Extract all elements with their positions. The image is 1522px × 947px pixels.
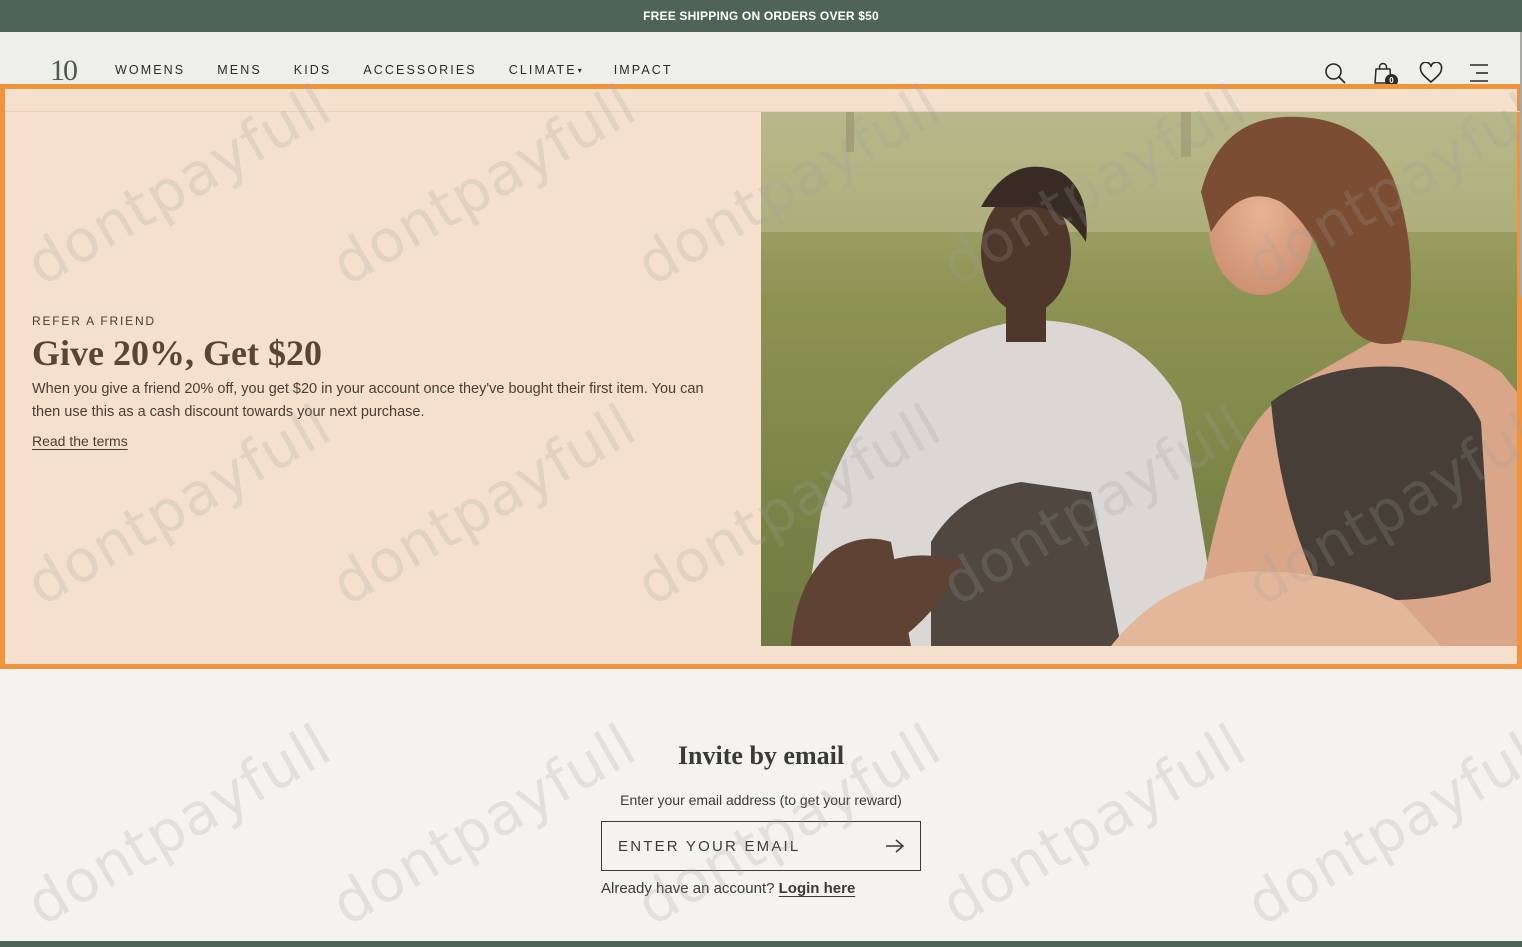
hero-eyebrow: REFER A FRIEND xyxy=(32,314,156,328)
nav-item-climate[interactable]: CLIMATE ▾ xyxy=(509,63,582,77)
hamburger-menu-icon[interactable] xyxy=(1466,60,1492,86)
main-nav: WOMENS MENS KIDS ACCESSORIES CLIMATE ▾ IM… xyxy=(115,63,705,77)
promo-banner: FREE SHIPPING ON ORDERS OVER $50 xyxy=(0,0,1522,32)
read-terms-link[interactable]: Read the terms xyxy=(32,433,128,449)
promo-text: FREE SHIPPING ON ORDERS OVER $50 xyxy=(643,9,879,23)
refer-a-friend-hero: REFER A FRIEND Give 20%, Get $20 When yo… xyxy=(0,84,1522,669)
nav-item-mens[interactable]: MENS xyxy=(217,63,262,77)
invite-by-email-section: Invite by email Enter your email address… xyxy=(0,669,1522,941)
email-form xyxy=(601,821,921,871)
shopping-bag-icon[interactable]: 0 xyxy=(1370,60,1398,87)
nav-label: KIDS xyxy=(293,63,332,77)
nav-label: WOMENS xyxy=(115,63,186,77)
hero-description: When you give a friend 20% off, you get … xyxy=(32,381,704,420)
nav-label: MENS xyxy=(217,63,262,77)
footer-edge xyxy=(0,941,1522,947)
search-icon[interactable] xyxy=(1322,60,1348,86)
hero-title: Give 20%, Get $20 xyxy=(32,333,322,373)
email-input[interactable] xyxy=(602,822,870,870)
nav-item-impact[interactable]: IMPACT xyxy=(614,63,673,77)
header-actions: 0 xyxy=(1322,60,1492,87)
invite-title: Invite by email xyxy=(677,741,845,770)
login-link[interactable]: Login here xyxy=(779,880,856,897)
invite-subtitle: Enter your email address (to get your re… xyxy=(620,792,902,808)
nav-label: ACCESSORIES xyxy=(363,63,477,77)
nav-item-kids[interactable]: KIDS xyxy=(294,63,332,77)
login-prompt-text: Already have an account? xyxy=(601,880,775,897)
arrow-right-icon[interactable] xyxy=(870,822,920,870)
chevron-down-icon: ▾ xyxy=(577,65,582,75)
brand-logo[interactable]: 10 xyxy=(50,56,86,86)
nav-label: CLIMATE xyxy=(508,63,577,77)
hero-top-strip xyxy=(5,89,1522,112)
nav-item-womens[interactable]: WOMENS xyxy=(115,63,185,77)
hero-copy: REFER A FRIEND Give 20%, Get $20 When yo… xyxy=(32,314,722,451)
heart-icon[interactable] xyxy=(1418,60,1444,86)
hero-image xyxy=(761,112,1517,646)
logo-text: 10 xyxy=(50,54,78,87)
login-prompt: Already have an account? Login here xyxy=(601,880,855,897)
nav-label: IMPACT xyxy=(613,63,673,77)
nav-item-accessories[interactable]: ACCESSORIES xyxy=(363,63,476,77)
